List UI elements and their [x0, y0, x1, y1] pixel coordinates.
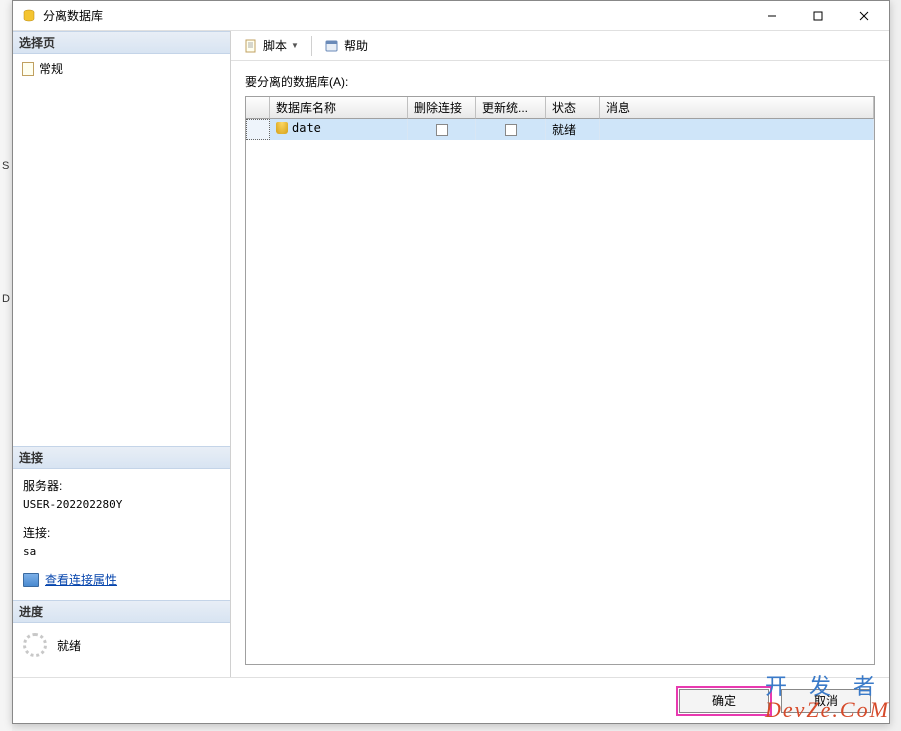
col-message[interactable]: 消息 — [600, 97, 874, 119]
grid-header: 数据库名称 删除连接 更新统... 状态 消息 — [246, 97, 874, 119]
app-icon — [21, 8, 37, 24]
page-general-label: 常规 — [39, 60, 63, 77]
row-selector[interactable] — [246, 119, 270, 140]
chevron-down-icon: ▼ — [291, 41, 299, 50]
properties-icon — [23, 573, 39, 587]
databases-list-label: 要分离的数据库(A): — [245, 73, 875, 90]
minimize-button[interactable] — [749, 2, 795, 30]
window-title: 分离数据库 — [43, 7, 103, 24]
cell-message — [600, 119, 874, 140]
progress-spinner-icon — [23, 633, 47, 657]
col-update-statistics[interactable]: 更新统... — [476, 97, 546, 119]
script-button[interactable]: 脚本 ▼ — [239, 35, 303, 56]
col-database-name[interactable]: 数据库名称 — [270, 97, 408, 119]
script-icon — [243, 38, 259, 54]
progress-header: 进度 — [13, 600, 230, 623]
toolbar: 脚本 ▼ 帮助 — [231, 31, 889, 61]
detach-database-dialog: 分离数据库 选择页 常规 连接 服务器: USER-202202280Y 连接:… — [12, 0, 890, 724]
cell-database-name: date — [292, 121, 321, 135]
close-button[interactable] — [841, 2, 887, 30]
connection-value: sa — [23, 543, 220, 561]
view-connection-properties-link[interactable]: 查看连接属性 — [45, 571, 117, 590]
help-icon — [324, 38, 340, 54]
col-drop-connections[interactable]: 删除连接 — [408, 97, 476, 119]
cell-status: 就绪 — [546, 119, 600, 140]
update-statistics-checkbox[interactable] — [505, 124, 517, 136]
page-icon — [21, 62, 35, 76]
select-page-header: 选择页 — [13, 31, 230, 54]
help-button[interactable]: 帮助 — [320, 35, 372, 56]
databases-grid[interactable]: 数据库名称 删除连接 更新统... 状态 消息 date — [245, 96, 875, 665]
connection-label: 连接: — [23, 524, 220, 543]
table-row[interactable]: date 就绪 — [246, 119, 874, 140]
maximize-button[interactable] — [795, 2, 841, 30]
server-value: USER-202202280Y — [23, 496, 220, 514]
connection-header: 连接 — [13, 446, 230, 469]
right-panel: 脚本 ▼ 帮助 要分离的数据库(A): 数 — [231, 31, 889, 677]
cancel-button[interactable]: 取消 — [781, 689, 871, 713]
progress-status: 就绪 — [57, 637, 81, 654]
left-panel: 选择页 常规 连接 服务器: USER-202202280Y 连接: sa 查看… — [13, 31, 231, 677]
database-icon — [276, 122, 288, 134]
button-bar: 确定 取消 — [13, 677, 889, 723]
server-label: 服务器: — [23, 477, 220, 496]
titlebar: 分离数据库 — [13, 1, 889, 31]
background-app-fragment: S D — [0, 0, 12, 731]
page-general[interactable]: 常规 — [21, 58, 222, 79]
drop-connections-checkbox[interactable] — [436, 124, 448, 136]
col-status[interactable]: 状态 — [546, 97, 600, 119]
ok-button[interactable]: 确定 — [679, 689, 769, 713]
